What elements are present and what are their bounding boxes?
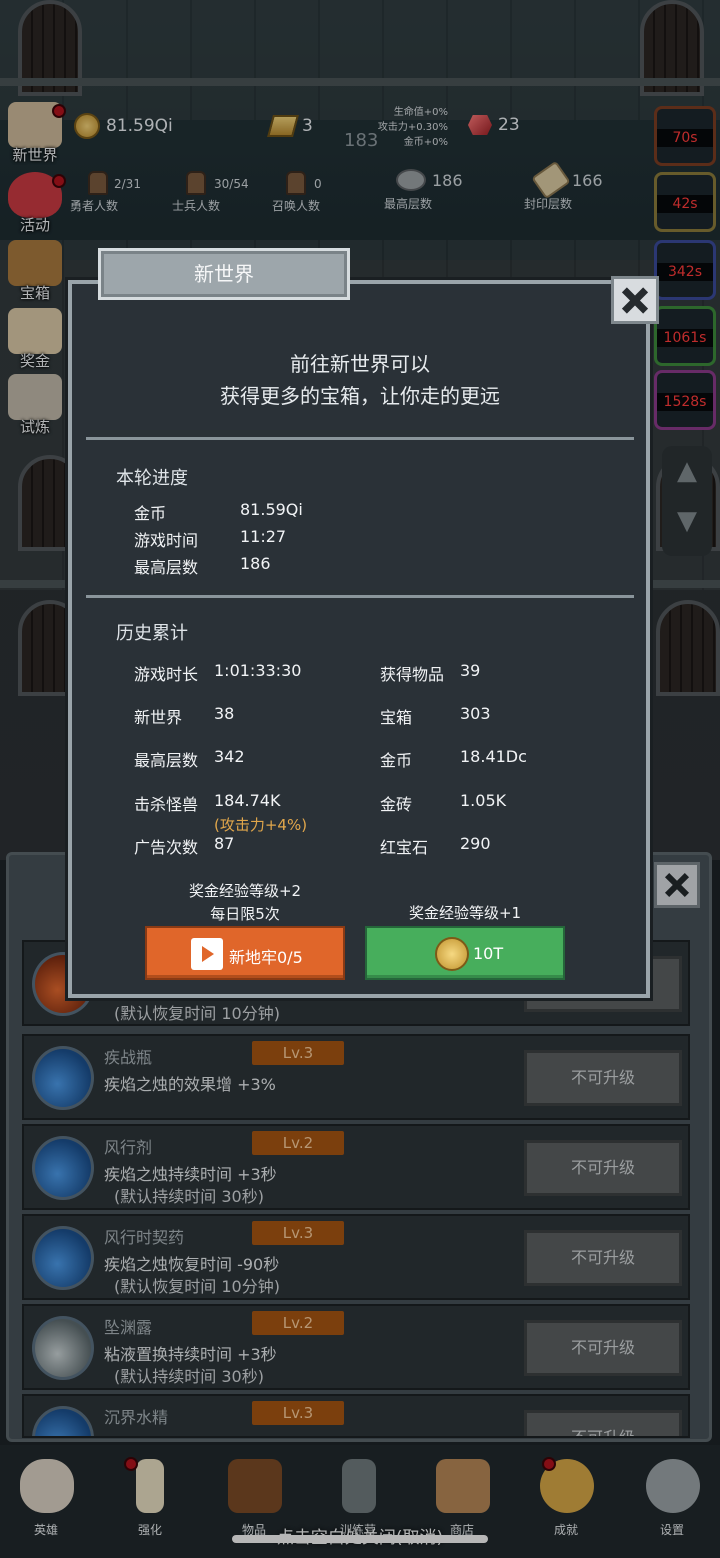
divider — [86, 595, 634, 598]
history-value: 184.74K — [214, 791, 281, 810]
history-key: 金币 — [380, 751, 413, 770]
divider — [86, 437, 634, 440]
current-key: 金币 — [134, 504, 167, 523]
gold-coin-icon — [435, 937, 469, 971]
history-key: 游戏时长 — [134, 665, 199, 684]
history-key: 获得物品 — [380, 665, 445, 684]
history-value: 38 — [214, 704, 235, 723]
modal-title: 新世界 — [98, 248, 350, 300]
coin-button-label: 10T — [473, 944, 504, 963]
history-value: 1.05K — [460, 791, 507, 810]
current-key: 最高层数 — [134, 558, 199, 577]
history-value: 87 — [214, 834, 235, 853]
current-progress-heading: 本轮进度 — [116, 468, 188, 489]
history-value: 1:01:33:30 — [214, 661, 302, 680]
history-key: 红宝石 — [380, 838, 429, 857]
history-key: 金砖 — [380, 795, 413, 814]
history-value: 39 — [460, 661, 481, 680]
ad-reward-line-1: 奖金经验等级+2 — [188, 882, 302, 900]
history-value: 303 — [460, 704, 491, 723]
history-heading: 历史累计 — [116, 623, 188, 644]
modal-close-button[interactable] — [611, 276, 659, 324]
history-value: 342 — [214, 747, 245, 766]
kill-attack-bonus: (攻击力+4%) — [214, 816, 308, 834]
history-key: 击杀怪兽 — [134, 795, 199, 814]
watch-ad-new-dungeon-button[interactable]: 新地牢0/5 — [145, 926, 345, 980]
video-play-icon — [191, 938, 223, 970]
current-value: 81.59Qi — [240, 500, 303, 519]
coin-reward-caption: 奖金经验等级+1 — [408, 904, 522, 922]
history-key: 宝箱 — [380, 708, 413, 727]
history-key: 最高层数 — [134, 751, 199, 770]
intro-line-2: 获得更多的宝箱，让你走的更远 — [220, 384, 500, 408]
current-value: 186 — [240, 554, 271, 573]
ad-reward-line-2: 每日限5次 — [210, 905, 280, 923]
history-key: 广告次数 — [134, 838, 199, 857]
history-value: 290 — [460, 834, 491, 853]
history-value: 18.41Dc — [460, 747, 527, 766]
coin-new-world-button[interactable]: 10T — [365, 926, 565, 980]
intro-line-1: 前往新世界可以 — [290, 352, 430, 376]
history-key: 新世界 — [134, 708, 183, 727]
ad-button-label: 新地牢0/5 — [229, 948, 303, 967]
current-key: 游戏时间 — [134, 531, 199, 550]
current-value: 11:27 — [240, 527, 287, 546]
